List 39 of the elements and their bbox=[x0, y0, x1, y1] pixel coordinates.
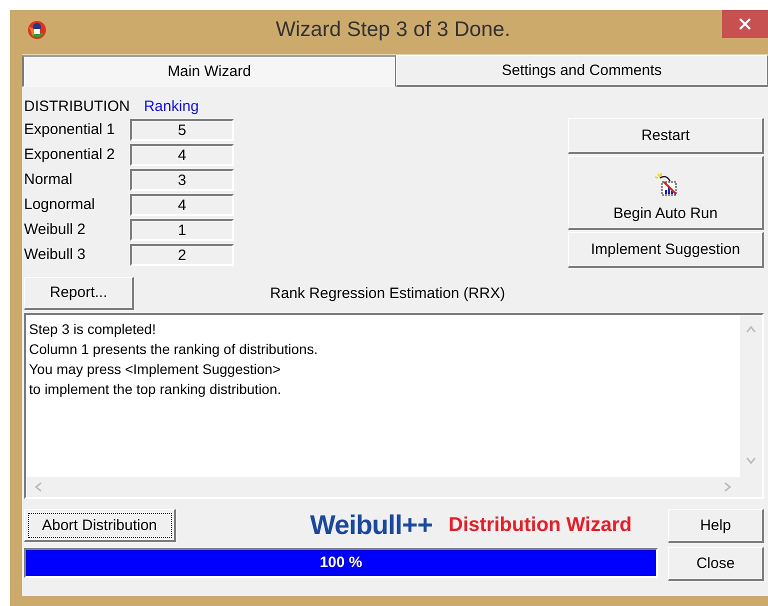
distribution-label: Exponential 2 bbox=[24, 146, 116, 163]
help-button[interactable]: Help bbox=[668, 509, 764, 543]
progress-text: 100 % bbox=[318, 554, 364, 571]
action-button[interactable]: Restart bbox=[568, 118, 764, 154]
message-line: to implement the top ranking distribution. bbox=[29, 380, 282, 399]
scroll-right-icon[interactable] bbox=[724, 481, 732, 493]
product-logo: Weibull++ bbox=[310, 510, 433, 541]
rank-field: 1 bbox=[130, 218, 234, 240]
action-button[interactable]: Begin Auto Run bbox=[568, 156, 764, 230]
scroll-left-icon[interactable] bbox=[34, 481, 42, 493]
rank-field: 3 bbox=[130, 168, 234, 190]
action-button[interactable]: Implement Suggestion bbox=[568, 232, 764, 268]
close-button[interactable]: Close bbox=[668, 547, 764, 581]
close-button[interactable] bbox=[722, 10, 768, 38]
rank-field: 2 bbox=[130, 244, 234, 266]
window-title: Wizard Step 3 of 3 Done. bbox=[274, 18, 512, 42]
message-line: Column 1 presents the ranking of distributions. bbox=[29, 340, 319, 359]
column-header: DISTRIBUTION bbox=[24, 98, 130, 114]
close-icon bbox=[739, 18, 751, 30]
rank-field: 4 bbox=[130, 194, 234, 216]
distribution-label: Weibull 3 bbox=[24, 246, 86, 263]
tab[interactable]: Settings and Comments bbox=[396, 55, 768, 87]
column-header: Ranking bbox=[144, 98, 199, 114]
scroll-down-icon[interactable] bbox=[745, 457, 757, 465]
abort-button[interactable]: Abort Distribution bbox=[24, 509, 176, 542]
rank-field: 5 bbox=[130, 118, 234, 140]
logo-subtitle: Distribution Wizard bbox=[448, 514, 632, 537]
distribution-label: Lognormal bbox=[24, 196, 96, 213]
rank-field: 4 bbox=[130, 144, 234, 166]
distribution-label: Exponential 1 bbox=[24, 121, 116, 138]
distribution-label: Normal bbox=[24, 171, 74, 188]
message-line: You may press <Implement Suggestion> bbox=[29, 360, 282, 379]
app-icon bbox=[26, 19, 48, 41]
report-button[interactable]: Report... bbox=[24, 276, 134, 310]
scroll-up-icon[interactable] bbox=[745, 325, 757, 333]
distribution-label: Weibull 2 bbox=[24, 221, 86, 238]
message-line: Step 3 is completed! bbox=[29, 320, 157, 339]
tab[interactable]: Main Wizard bbox=[22, 55, 396, 87]
method-label: Rank Regression Estimation (RRX) bbox=[270, 284, 506, 302]
